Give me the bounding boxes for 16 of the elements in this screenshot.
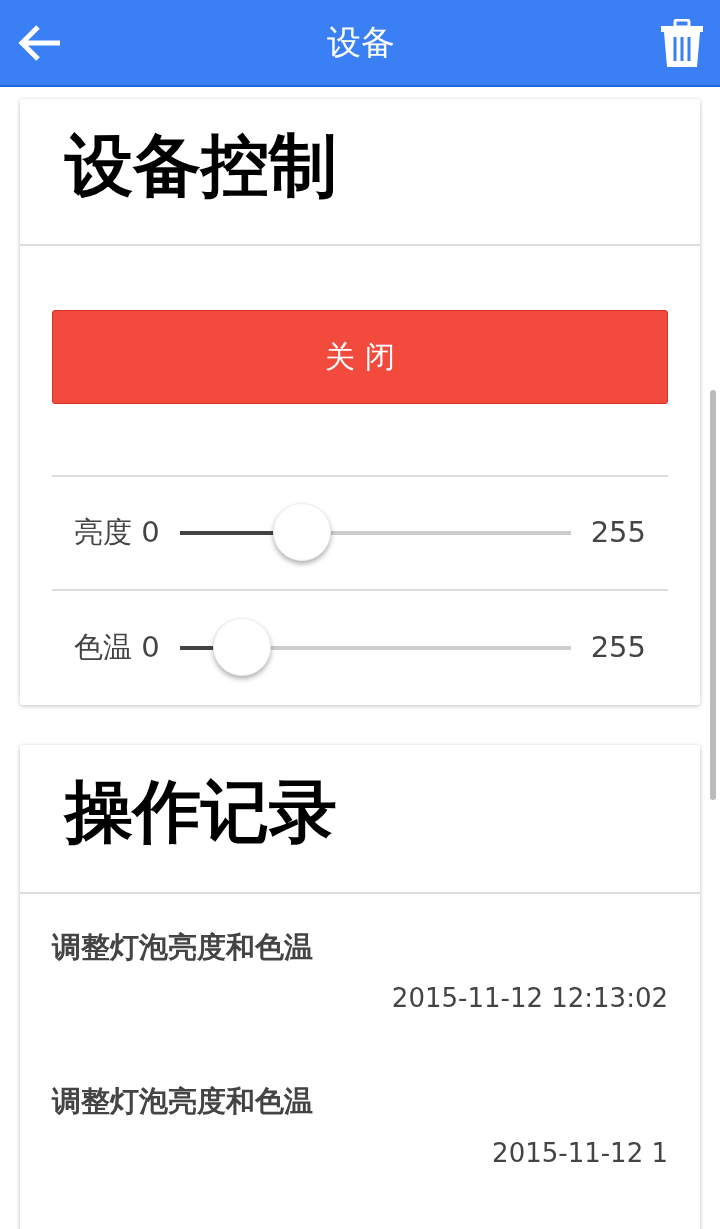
log-entry-time: 2015-11-12 1	[492, 1137, 668, 1168]
power-off-button[interactable]: 关 闭	[52, 309, 668, 404]
card-title: 操作记录	[62, 770, 338, 853]
back-button[interactable]	[16, 22, 62, 63]
slider-thumb[interactable]	[272, 502, 331, 561]
slider-max-value: 255	[590, 629, 646, 667]
trash-icon[interactable]	[660, 18, 704, 67]
card-title: 设备控制	[63, 125, 338, 207]
slider-max-value: 255	[590, 514, 646, 552]
slider-label: 亮度 0	[74, 514, 160, 552]
log-entry-time: 2015-11-12 12:13:02	[391, 983, 668, 1014]
screen-title: 设备	[327, 22, 395, 63]
log-entry-text: 调整灯泡亮度和色温	[52, 928, 314, 966]
slider-label: 色温 0	[74, 629, 160, 667]
log-entry-text: 调整灯泡亮度和色温	[52, 1083, 314, 1121]
slider-thumb[interactable]	[212, 617, 271, 676]
